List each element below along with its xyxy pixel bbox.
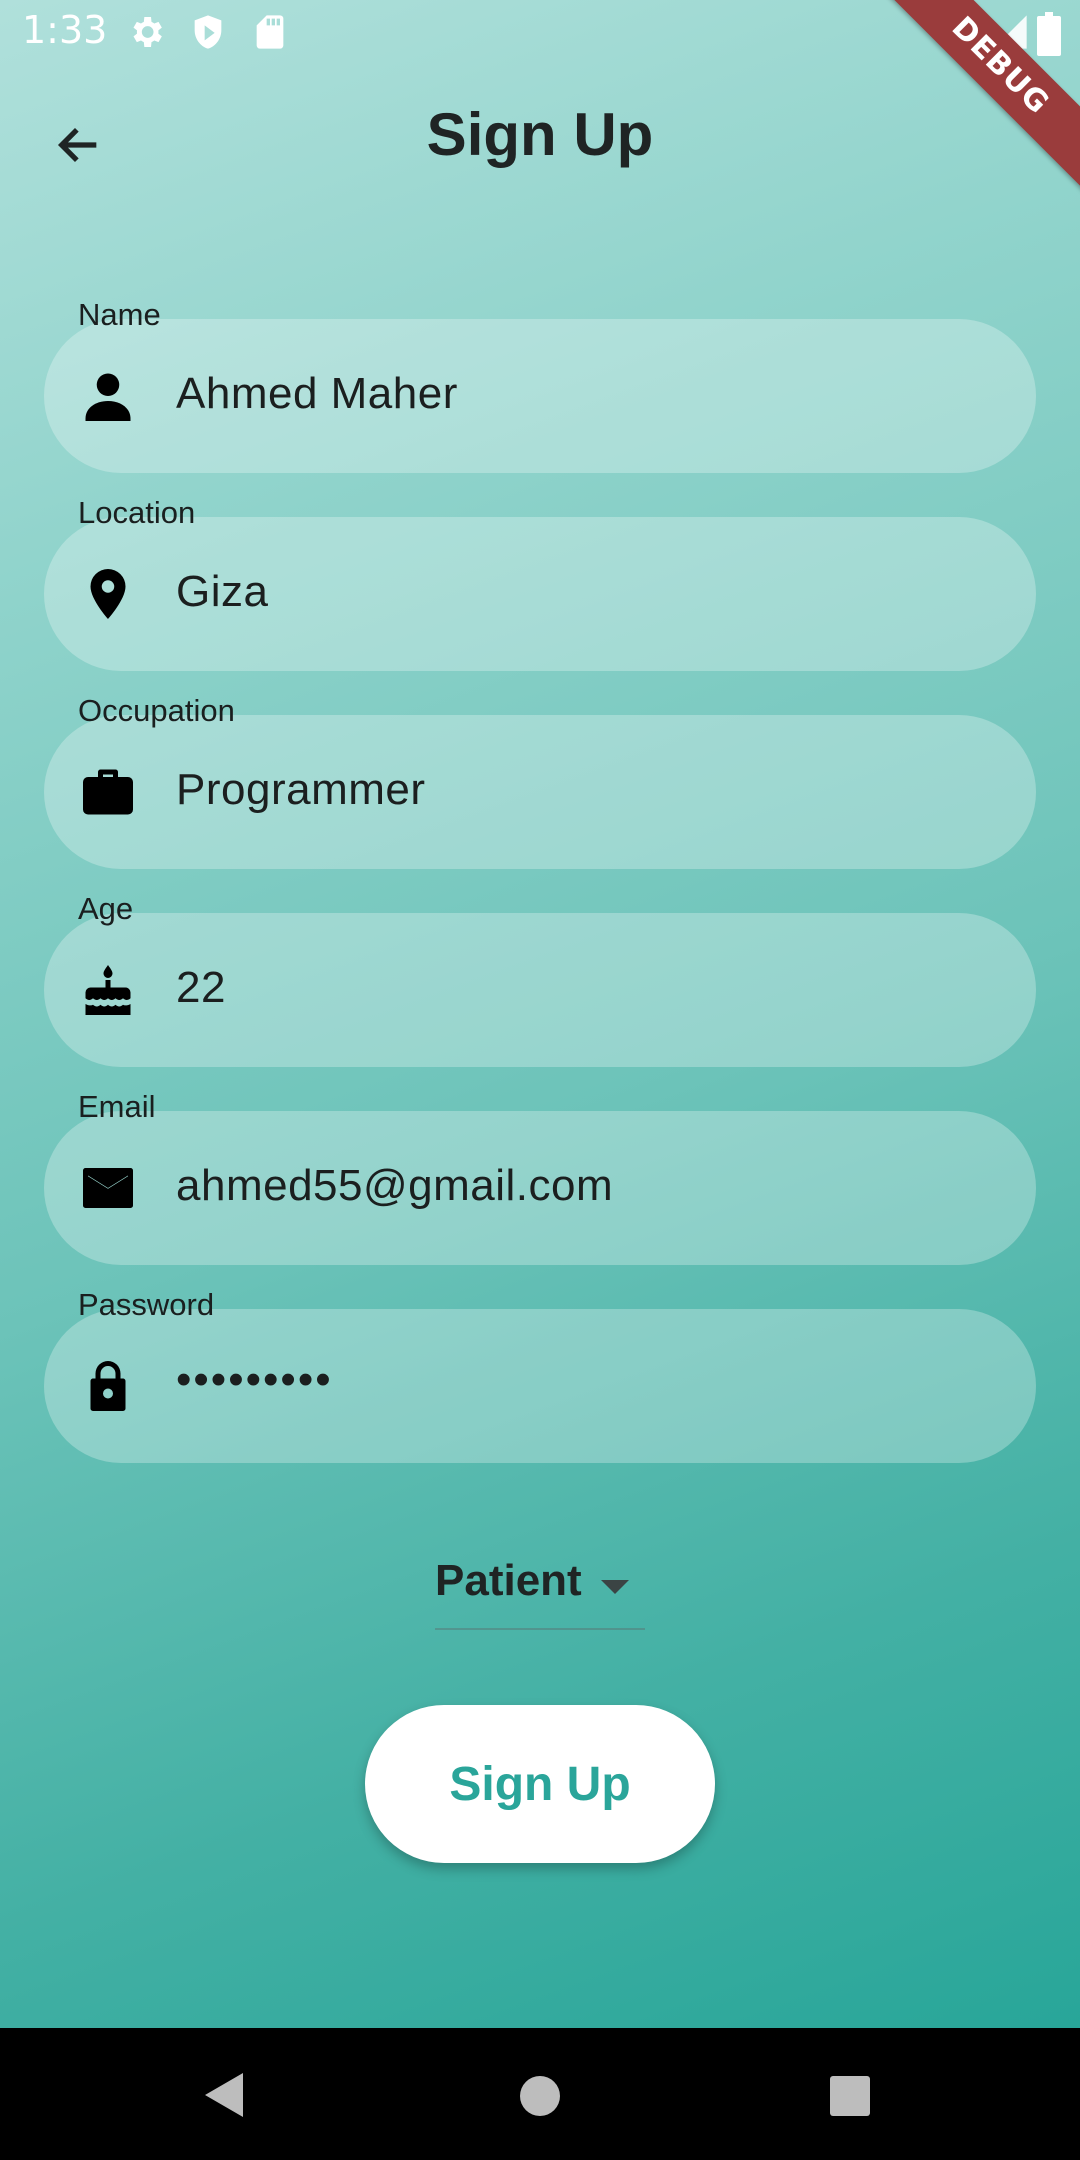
email-value: ahmed55@gmail.com <box>176 1161 614 1210</box>
sign-up-button-label: Sign Up <box>449 1757 631 1811</box>
navigation-bar <box>0 2028 1080 2160</box>
dropdown-arrow-icon <box>601 1580 629 1594</box>
gear-icon <box>133 17 162 47</box>
email-label: Email <box>78 1089 156 1124</box>
sd-card-icon <box>256 15 284 49</box>
shield-icon <box>194 15 222 49</box>
location-label: Location <box>78 495 196 530</box>
sign-up-button[interactable]: Sign Up <box>365 1705 715 1863</box>
location-value: Giza <box>176 567 269 616</box>
password-value: ••••••••• <box>176 1355 333 1404</box>
lock-icon <box>90 1361 126 1411</box>
name-value: Ahmed Maher <box>176 369 458 418</box>
briefcase-icon <box>83 769 133 815</box>
occupation-value: Programmer <box>176 765 426 814</box>
nav-home-icon[interactable] <box>520 2076 560 2116</box>
location-pin-icon <box>90 569 126 619</box>
location-field[interactable]: Location Giza <box>44 495 1036 671</box>
battery-icon <box>1037 12 1061 56</box>
email-field[interactable]: Email ahmed55@gmail.com <box>44 1089 1036 1265</box>
password-label: Password <box>78 1287 215 1322</box>
person-icon <box>85 373 131 421</box>
status-time: 1:33 <box>22 8 108 52</box>
role-dropdown[interactable]: Patient <box>435 1550 645 1630</box>
mail-icon <box>83 1168 133 1208</box>
age-label: Age <box>78 891 134 926</box>
occupation-field[interactable]: Occupation Programmer <box>44 693 1036 869</box>
page-title: Sign Up <box>426 101 654 168</box>
role-dropdown-value: Patient <box>435 1556 582 1605</box>
password-field[interactable]: Password ••••••••• <box>44 1287 1036 1463</box>
age-field[interactable]: Age 22 <box>44 891 1036 1067</box>
cake-icon <box>85 965 131 1015</box>
name-field[interactable]: Name Ahmed Maher <box>44 297 1036 473</box>
occupation-label: Occupation <box>78 693 235 728</box>
age-value: 22 <box>176 963 226 1012</box>
app-screen: 1:33 DEBUG Sign Up Name Ahmed Maher Loca… <box>0 0 1080 2028</box>
name-label: Name <box>78 297 161 332</box>
nav-back-icon[interactable] <box>205 2073 243 2117</box>
nav-recents-icon[interactable] <box>830 2076 870 2116</box>
